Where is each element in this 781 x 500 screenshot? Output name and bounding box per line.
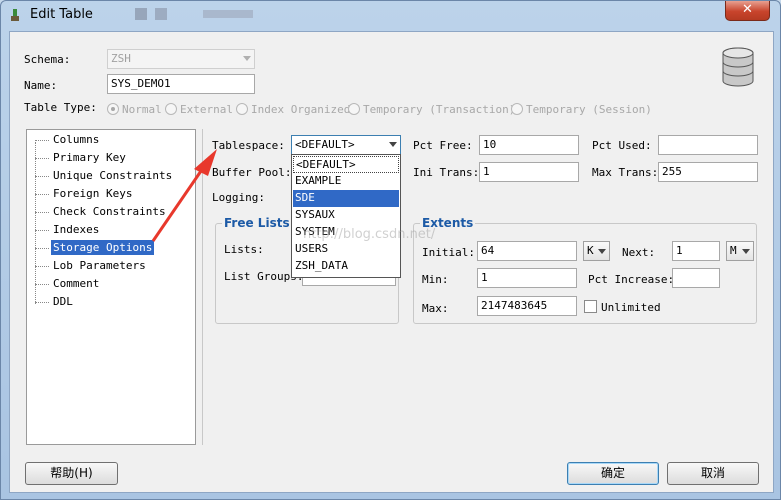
max-label: Max:	[422, 302, 449, 315]
chevron-down-icon	[389, 142, 397, 147]
dialog-body: Schema: ZSH Name: SYS_DEMO1 Table Type: …	[9, 31, 774, 493]
close-button[interactable]: ✕	[725, 1, 770, 21]
tree-item-primary-key[interactable]: Primary Key	[35, 151, 128, 167]
radio-icon	[348, 103, 360, 115]
tablespace-option-sde[interactable]: SDE	[293, 190, 399, 207]
next-field[interactable]: 1	[672, 241, 720, 261]
chevron-down-icon	[742, 249, 750, 254]
tree-item-unique-constraints[interactable]: Unique Constraints	[35, 169, 174, 185]
pct-used-field[interactable]	[658, 135, 758, 155]
tablespace-options-list: <DEFAULT> EXAMPLE SDE SYSAUX SYSTEM USER…	[291, 154, 401, 278]
window-title: Edit Table	[30, 7, 93, 22]
max-trans-field[interactable]: 255	[658, 162, 758, 182]
pct-increase-label: Pct Increase:	[588, 273, 675, 286]
pct-free-label: Pct Free:	[413, 139, 473, 152]
ok-button[interactable]: 确定	[567, 462, 659, 485]
name-label: Name:	[24, 79, 58, 92]
tablespace-value: <DEFAULT>	[295, 138, 355, 151]
edit-table-window: Edit Table ✕ Schema: ZSH Name: SYS_DEMO1…	[0, 0, 781, 500]
tree-item-ddl[interactable]: DDL	[35, 295, 75, 311]
initial-unit-value: K	[587, 244, 594, 257]
unlimited-checkbox[interactable]	[584, 300, 597, 313]
min-field[interactable]: 1	[477, 268, 577, 288]
ini-trans-label: Ini Trans:	[413, 166, 480, 179]
table-type-temp-session-radio[interactable]: Temporary (Session)	[511, 103, 652, 116]
tree-item-columns[interactable]: Columns	[35, 133, 101, 149]
radio-icon	[107, 103, 119, 115]
tree-item-comment[interactable]: Comment	[35, 277, 101, 293]
schema-label: Schema:	[24, 53, 71, 66]
help-button[interactable]: 帮助(H)	[25, 462, 118, 485]
pct-free-field[interactable]: 10	[479, 135, 579, 155]
section-tree: Columns Primary Key Unique Constraints F…	[26, 129, 196, 445]
watermark-text: http://blog.csdn.net/	[303, 227, 436, 242]
title-bar[interactable]: Edit Table ✕	[1, 1, 780, 29]
logging-label: Logging:	[212, 191, 265, 204]
unlimited-label: Unlimited	[601, 301, 661, 314]
tablespace-option-users[interactable]: USERS	[293, 241, 399, 258]
extents-group: Extents Initial: 64 K Next: 1 M Min: 1 P…	[413, 216, 757, 324]
pct-increase-field[interactable]	[672, 268, 720, 288]
tree-item-check-constraints[interactable]: Check Constraints	[35, 205, 168, 221]
radio-icon	[236, 103, 248, 115]
tree-item-indexes[interactable]: Indexes	[35, 223, 101, 239]
tablespace-option-default[interactable]: <DEFAULT>	[293, 156, 399, 173]
initial-field[interactable]: 64	[477, 241, 577, 261]
tablespace-option-example[interactable]: EXAMPLE	[293, 173, 399, 190]
name-field[interactable]: SYS_DEMO1	[107, 74, 255, 94]
lists-label: Lists:	[224, 243, 264, 256]
max-field[interactable]: 2147483645	[477, 296, 577, 316]
tablespace-option-zsh-data[interactable]: ZSH_DATA	[293, 258, 399, 275]
next-label: Next:	[622, 246, 656, 259]
table-type-external-radio[interactable]: External	[165, 103, 233, 116]
database-icon	[722, 47, 754, 87]
pct-used-label: Pct Used:	[592, 139, 652, 152]
initial-unit-dropdown[interactable]: K	[583, 241, 610, 261]
schema-dropdown[interactable]: ZSH	[107, 49, 255, 69]
tree-item-foreign-keys[interactable]: Foreign Keys	[35, 187, 134, 203]
app-icon	[11, 9, 19, 21]
tree-item-lob-parameters[interactable]: Lob Parameters	[35, 259, 148, 275]
table-type-temp-transaction-radio[interactable]: Temporary (Transaction)	[348, 103, 515, 116]
next-unit-value: M	[730, 244, 737, 257]
schema-value: ZSH	[111, 52, 131, 65]
initial-label: Initial:	[422, 246, 475, 259]
tablespace-label: Tablespace:	[212, 139, 285, 152]
background-toolbar-icon	[135, 8, 253, 20]
table-type-index-organized-radio[interactable]: Index Organized	[236, 103, 350, 116]
table-type-label: Table Type:	[24, 101, 97, 114]
ini-trans-field[interactable]: 1	[479, 162, 579, 182]
tablespace-option-sysaux[interactable]: SYSAUX	[293, 207, 399, 224]
radio-icon	[511, 103, 523, 115]
min-label: Min:	[422, 273, 449, 286]
table-type-normal-radio[interactable]: Normal	[107, 103, 162, 116]
max-trans-label: Max Trans:	[592, 166, 659, 179]
free-lists-title: Free Lists	[222, 216, 292, 230]
splitter[interactable]	[202, 129, 203, 445]
cancel-button[interactable]: 取消	[667, 462, 759, 485]
tree-item-storage-options[interactable]: Storage Options	[35, 240, 155, 257]
buffer-pool-label: Buffer Pool:	[212, 166, 292, 179]
tablespace-dropdown[interactable]: <DEFAULT>	[291, 135, 401, 155]
chevron-down-icon	[598, 249, 606, 254]
next-unit-dropdown[interactable]: M	[726, 241, 754, 261]
radio-icon	[165, 103, 177, 115]
chevron-down-icon	[243, 56, 251, 61]
